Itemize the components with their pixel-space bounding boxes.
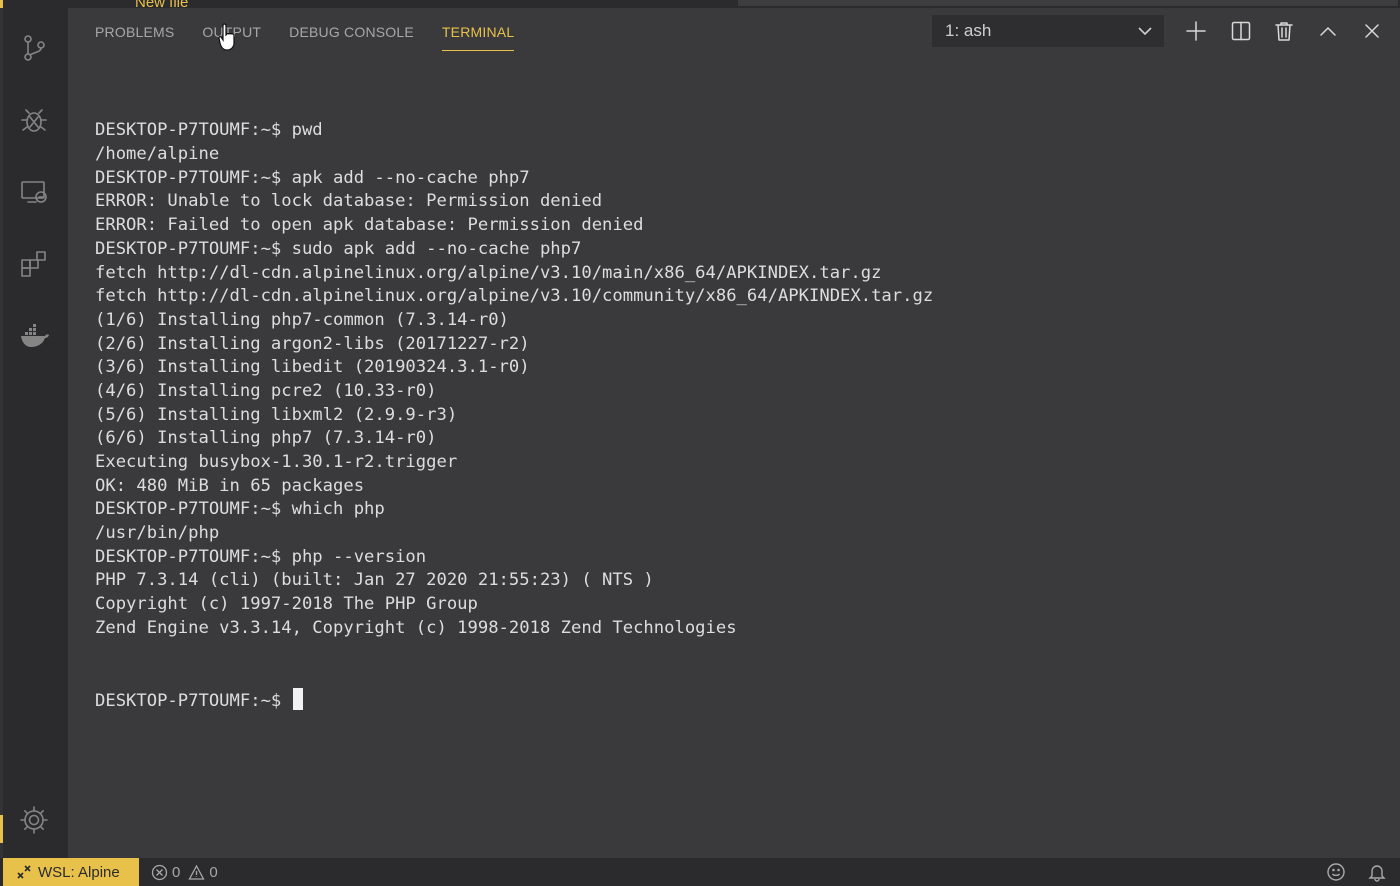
terminal-line: Copyright (c) 1997-2018 The PHP Group bbox=[95, 594, 478, 615]
docker-icon[interactable] bbox=[14, 316, 54, 356]
terminal-line: ERROR: Failed to open apk database: Perm… bbox=[95, 215, 644, 236]
split-icon bbox=[1231, 21, 1251, 41]
terminal-selector-value: 1: ash bbox=[945, 21, 992, 40]
terminal-line: DESKTOP-P7TOUMF:~$ pwd bbox=[95, 120, 323, 141]
smiley-icon bbox=[1327, 863, 1345, 881]
source-control-icon[interactable] bbox=[14, 28, 54, 68]
editor-area-edge bbox=[68, 0, 1400, 8]
status-bar: WSL: Alpine 0 0 bbox=[0, 858, 1400, 886]
terminal-line: fetch http://dl-cdn.alpinelinux.org/alpi… bbox=[95, 286, 934, 307]
debug-icon[interactable] bbox=[14, 100, 54, 140]
editor-scrollbar[interactable] bbox=[738, 0, 1398, 6]
terminal-line: DESKTOP-P7TOUMF:~$ apk add --no-cache ph… bbox=[95, 167, 530, 188]
maximize-panel-button[interactable] bbox=[1315, 18, 1341, 44]
split-terminal-button[interactable] bbox=[1228, 18, 1254, 44]
terminal-line: (4/6) Installing pcre2 (10.33-r0) bbox=[95, 380, 437, 401]
terminal-line: OK: 480 MiB in 65 packages bbox=[95, 475, 365, 496]
tab-debug-console[interactable]: DEBUG CONSOLE bbox=[289, 22, 414, 52]
bottom-panel: PROBLEMS OUTPUT DEBUG CONSOLE TERMINAL 1… bbox=[68, 8, 1400, 858]
terminal-prompt-line: DESKTOP-P7TOUMF:~$ bbox=[95, 687, 1375, 712]
terminal-line: (5/6) Installing libxml2 (2.9.9-r3) bbox=[95, 404, 458, 425]
remote-label: WSL: Alpine bbox=[38, 863, 120, 881]
warning-count: 0 bbox=[209, 863, 218, 881]
terminal-line: (1/6) Installing php7-common (7.3.14-r0) bbox=[95, 309, 509, 330]
terminal-line: (3/6) Installing libedit (20190324.3.1-r… bbox=[95, 357, 530, 378]
terminal-line: DESKTOP-P7TOUMF:~$ php --version bbox=[95, 546, 427, 567]
sidebar-edge-marker bbox=[0, 0, 3, 8]
terminal-prompt: DESKTOP-P7TOUMF:~$ bbox=[95, 690, 292, 711]
kill-terminal-button[interactable] bbox=[1271, 18, 1297, 44]
activity-bar bbox=[0, 0, 68, 858]
terminal-line: /home/alpine bbox=[95, 144, 220, 165]
settings-gear-icon[interactable] bbox=[14, 800, 54, 840]
mouse-pointer-icon bbox=[218, 23, 235, 51]
panel-tabs: PROBLEMS OUTPUT DEBUG CONSOLE TERMINAL bbox=[95, 22, 515, 52]
sidebar-edge bbox=[0, 0, 3, 858]
trash-icon bbox=[1275, 22, 1293, 41]
terminal-lines: DESKTOP-P7TOUMF:~$ pwd/home/alpine DESKTO… bbox=[95, 119, 1375, 640]
maximize-icon bbox=[1320, 27, 1336, 36]
terminal-line: (2/6) Installing argon2-libs (20171227-r… bbox=[95, 333, 530, 354]
terminal-line: DESKTOP-P7TOUMF:~$ sudo apk add --no-cac… bbox=[95, 238, 582, 259]
feedback-button[interactable] bbox=[1326, 862, 1348, 884]
terminal-line: /usr/bin/php bbox=[95, 523, 220, 544]
sidebar-edge-marker bbox=[0, 815, 3, 843]
bell-icon bbox=[1368, 865, 1386, 882]
notifications-button[interactable] bbox=[1367, 862, 1389, 884]
terminal-line: ERROR: Unable to lock database: Permissi… bbox=[95, 191, 603, 212]
vscode-window: New file PROBLEMS OUTPUT DEBUG CONSOLE T… bbox=[0, 0, 1400, 886]
warning-icon bbox=[188, 864, 205, 880]
remote-icon bbox=[17, 865, 31, 879]
terminal-line: DESKTOP-P7TOUMF:~$ which php bbox=[95, 499, 385, 520]
problems-indicator[interactable]: 0 0 bbox=[151, 858, 218, 886]
terminal-selector[interactable]: 1: ash bbox=[932, 15, 1164, 47]
terminal-line: fetch http://dl-cdn.alpinelinux.org/alpi… bbox=[95, 262, 882, 283]
terminal-line: Zend Engine v3.3.14, Copyright (c) 1998-… bbox=[95, 617, 737, 638]
extensions-icon[interactable] bbox=[14, 244, 54, 284]
error-count: 0 bbox=[172, 863, 181, 881]
tab-problems[interactable]: PROBLEMS bbox=[95, 22, 174, 52]
add-icon bbox=[1186, 21, 1206, 41]
terminal-cursor bbox=[292, 687, 303, 710]
terminal-line: (6/6) Installing php7 (7.3.14-r0) bbox=[95, 428, 437, 449]
remote-explorer-icon[interactable] bbox=[14, 172, 54, 212]
terminal-line: PHP 7.3.14 (cli) (built: Jan 27 2020 21:… bbox=[95, 570, 654, 591]
close-panel-button[interactable] bbox=[1359, 18, 1385, 44]
tab-terminal[interactable]: TERMINAL bbox=[441, 22, 515, 52]
terminal-output[interactable]: DESKTOP-P7TOUMF:~$ pwd/home/alpine DESKTO… bbox=[95, 72, 1375, 759]
remote-indicator[interactable]: WSL: Alpine bbox=[3, 858, 139, 886]
new-terminal-button[interactable] bbox=[1183, 18, 1209, 44]
error-icon bbox=[151, 864, 168, 880]
terminal-line: Executing busybox-1.30.1-r2.trigger bbox=[95, 452, 458, 473]
close-icon bbox=[1365, 24, 1379, 38]
chevron-down-icon bbox=[1135, 21, 1155, 41]
